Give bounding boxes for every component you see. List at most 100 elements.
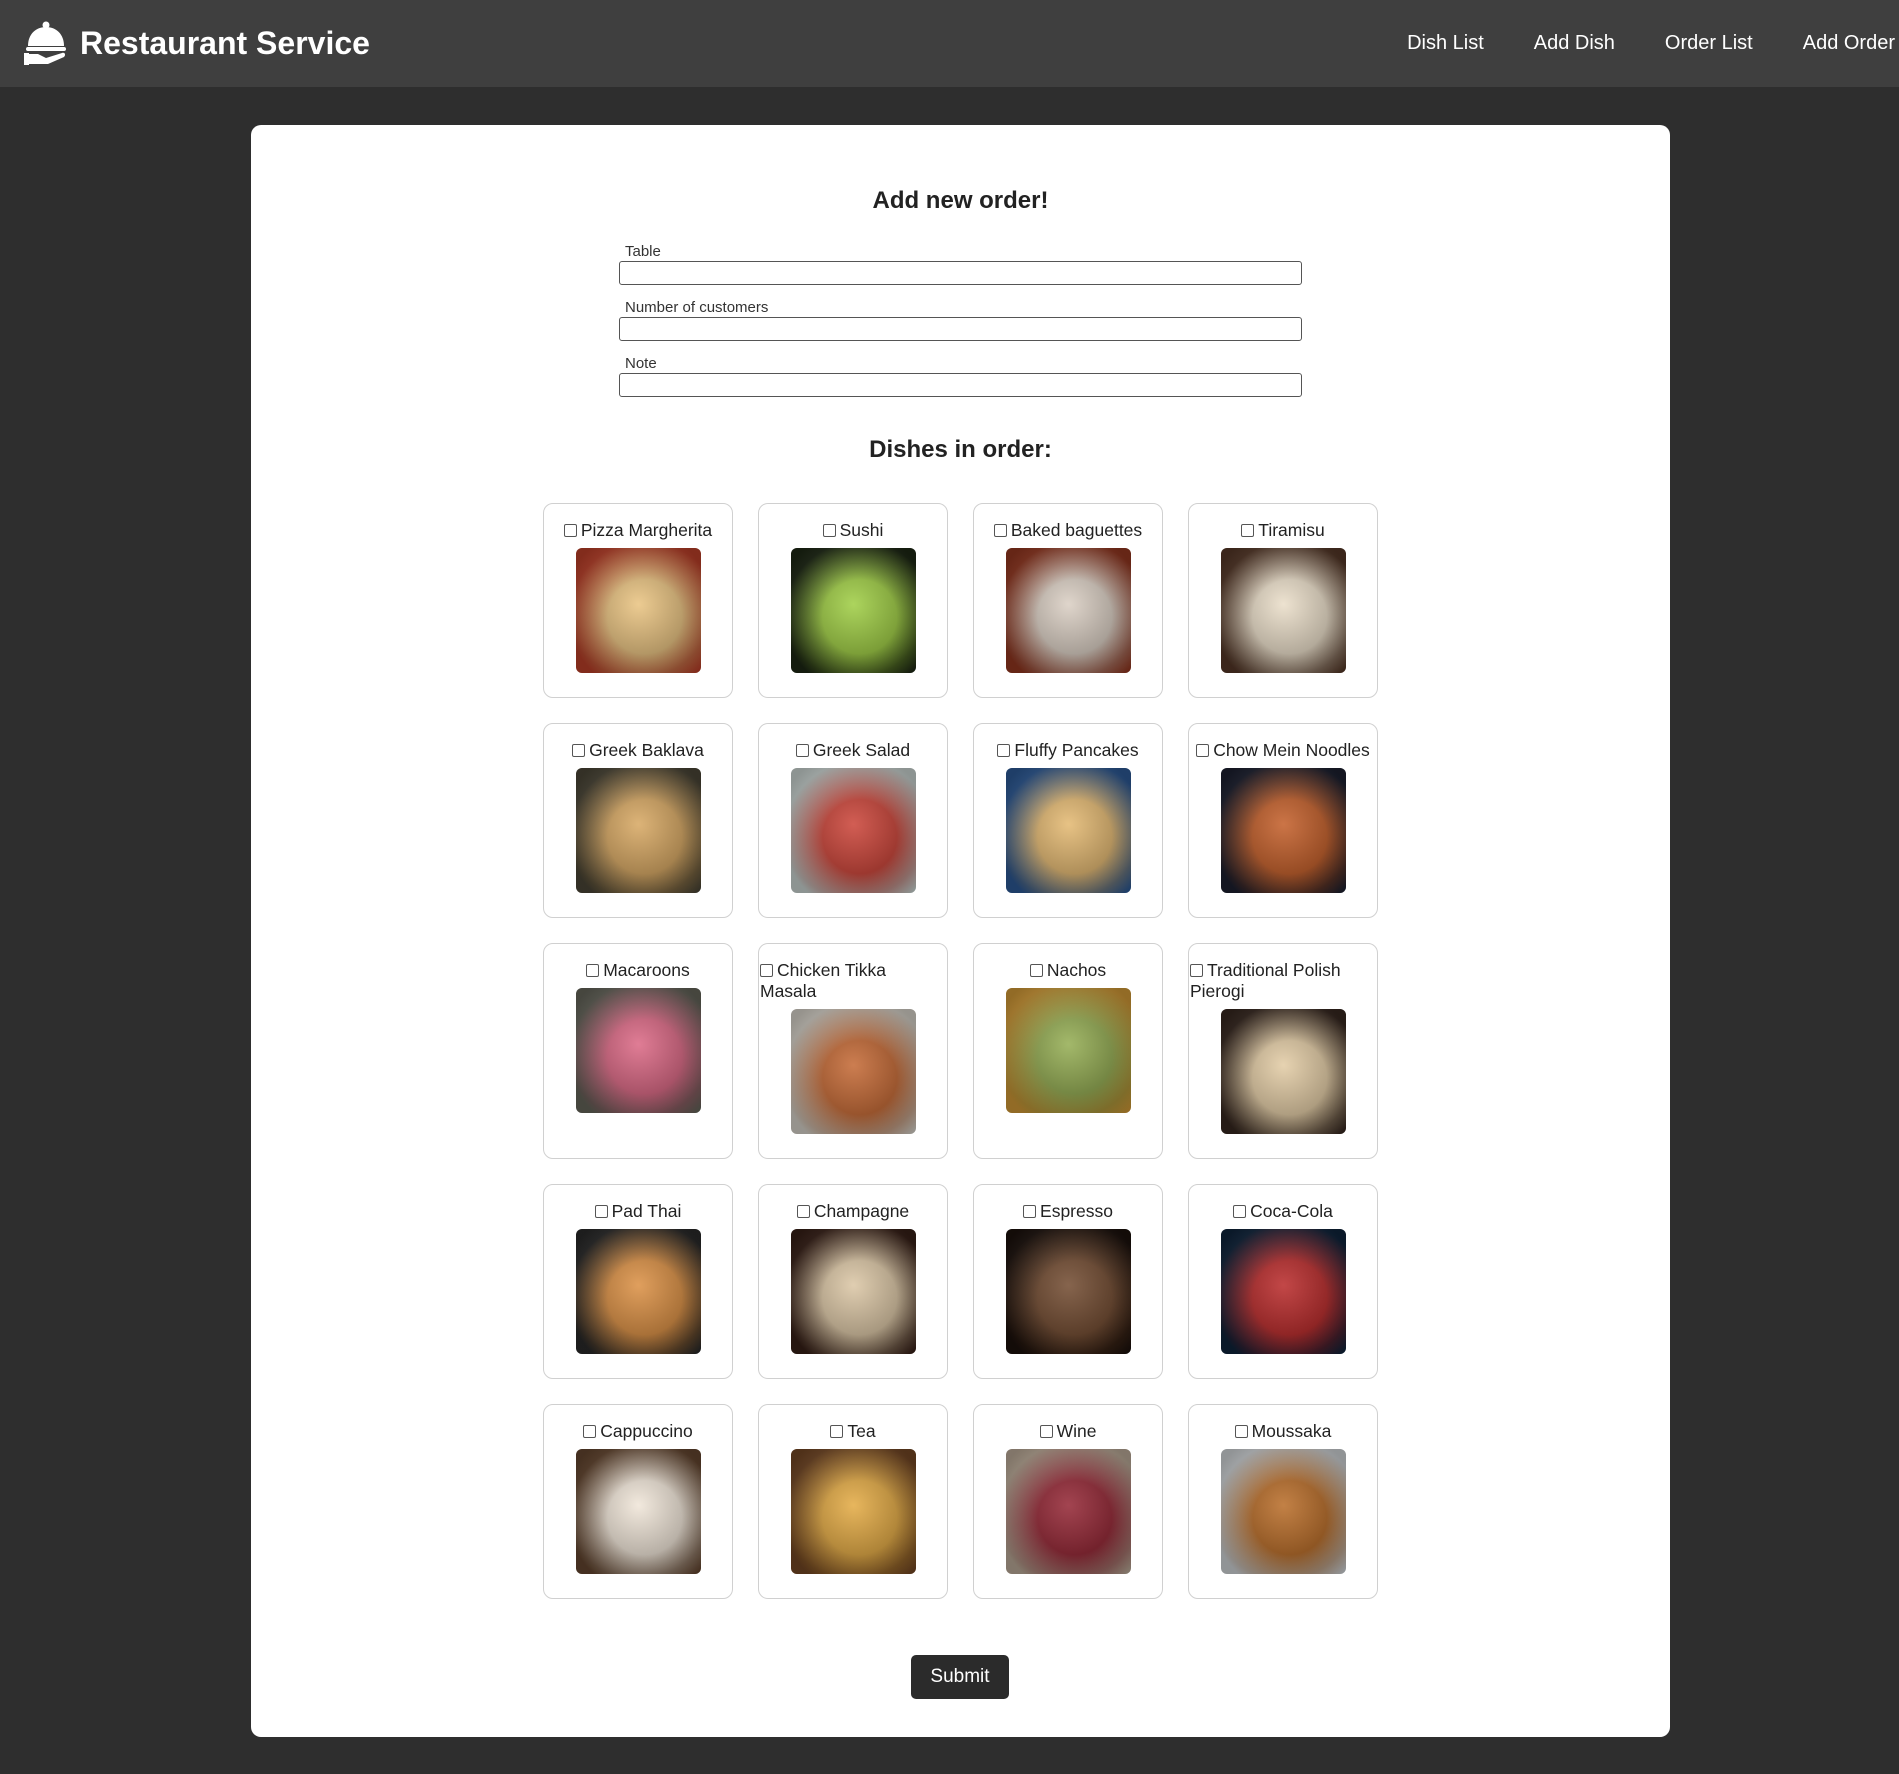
dish-card[interactable]: Champagne: [758, 1184, 948, 1379]
dish-card[interactable]: Pad Thai: [543, 1184, 733, 1379]
dish-checkbox[interactable]: [1039, 1425, 1053, 1438]
dish-option[interactable]: Baked baguettes: [993, 520, 1142, 541]
dish-card[interactable]: Moussaka: [1188, 1404, 1378, 1599]
dish-option[interactable]: Pizza Margherita: [563, 520, 712, 541]
dish-option[interactable]: Tea: [830, 1421, 876, 1442]
dish-checkbox[interactable]: [795, 744, 809, 757]
photo-shading: [1220, 548, 1346, 673]
dish-option[interactable]: Macaroons: [586, 960, 690, 981]
nav-link-add-order[interactable]: Add Order: [1778, 32, 1895, 55]
dish-option[interactable]: Greek Baklava: [572, 740, 704, 761]
dish-card[interactable]: Traditional Polish Pierogi: [1188, 943, 1378, 1159]
dish-name: Wine: [1056, 1421, 1097, 1441]
dish-checkbox[interactable]: [822, 524, 836, 537]
photo-shading: [1220, 1449, 1346, 1574]
dish-checkbox[interactable]: [1234, 1425, 1248, 1438]
dish-checkbox[interactable]: [563, 524, 577, 537]
dish-option[interactable]: Espresso: [1023, 1201, 1113, 1222]
photo-shading: [575, 548, 701, 673]
dish-grid: Pizza Margherita Sushi Baked baguettes Tira…: [543, 503, 1379, 1599]
dish-checkbox[interactable]: [1196, 744, 1210, 757]
dish-card[interactable]: Baked baguettes: [973, 503, 1163, 698]
dish-card[interactable]: Greek Salad: [758, 723, 948, 918]
dish-checkbox[interactable]: [1023, 1205, 1037, 1218]
dish-name: Fluffy Pancakes: [1014, 740, 1139, 760]
photo-shading: [1220, 1229, 1346, 1354]
dish-card[interactable]: Sushi: [758, 503, 948, 698]
dish-photo: [790, 1229, 916, 1354]
dish-photo: [1220, 548, 1346, 673]
photo-shading: [1220, 768, 1346, 893]
submit-button[interactable]: Submit: [911, 1655, 1009, 1699]
photo-shading: [575, 1229, 701, 1354]
dish-checkbox[interactable]: [830, 1425, 844, 1438]
dish-photo: [1005, 548, 1131, 673]
dish-checkbox[interactable]: [1190, 964, 1203, 977]
dish-option[interactable]: Cappuccino: [583, 1421, 693, 1442]
brand[interactable]: Restaurant Service: [24, 20, 370, 66]
dish-card[interactable]: Coca-Cola: [1188, 1184, 1378, 1379]
dish-option[interactable]: Chow Mein Noodles: [1196, 740, 1370, 761]
dish-option[interactable]: Moussaka: [1234, 1421, 1331, 1442]
dish-checkbox[interactable]: [760, 964, 773, 977]
dish-option[interactable]: Chicken Tikka Masala: [759, 960, 947, 1002]
dish-name: Macaroons: [603, 960, 690, 980]
dish-card[interactable]: Tiramisu: [1188, 503, 1378, 698]
dish-checkbox[interactable]: [1241, 524, 1255, 537]
dish-card[interactable]: Nachos: [973, 943, 1163, 1159]
dish-option[interactable]: Traditional Polish Pierogi: [1189, 960, 1377, 1002]
dish-checkbox[interactable]: [572, 744, 586, 757]
brand-title: Restaurant Service: [80, 24, 370, 61]
dish-card[interactable]: Chicken Tikka Masala: [758, 943, 948, 1159]
dish-option[interactable]: Fluffy Pancakes: [997, 740, 1139, 761]
dish-option[interactable]: Tiramisu: [1241, 520, 1325, 541]
photo-shading: [790, 768, 916, 893]
nav-link-add-dish[interactable]: Add Dish: [1509, 32, 1640, 55]
photo-shading: [1005, 1449, 1131, 1574]
dish-checkbox[interactable]: [796, 1205, 810, 1218]
dish-card[interactable]: Cappuccino: [543, 1404, 733, 1599]
photo-shading: [790, 1449, 916, 1574]
dish-card[interactable]: Macaroons: [543, 943, 733, 1159]
dish-checkbox[interactable]: [1233, 1205, 1247, 1218]
cloche-serving-hand-icon: [24, 20, 68, 66]
dish-name: Greek Baklava: [589, 740, 704, 760]
dish-checkbox[interactable]: [997, 744, 1011, 757]
dish-checkbox[interactable]: [594, 1205, 608, 1218]
dish-photo: [790, 548, 916, 673]
dish-photo: [1005, 1229, 1131, 1354]
dish-checkbox[interactable]: [1029, 964, 1043, 977]
dish-card[interactable]: Fluffy Pancakes: [973, 723, 1163, 918]
nav-link-order-list[interactable]: Order List: [1640, 32, 1778, 55]
dish-card[interactable]: Pizza Margherita: [543, 503, 733, 698]
dish-name: Espresso: [1040, 1201, 1113, 1221]
dish-option[interactable]: Champagne: [796, 1201, 909, 1222]
dish-checkbox[interactable]: [993, 524, 1007, 537]
dish-name: Sushi: [839, 520, 884, 540]
dish-option[interactable]: Sushi: [822, 520, 884, 541]
photo-shading: [575, 768, 701, 893]
dish-checkbox[interactable]: [586, 964, 600, 977]
nav-link-dish-list[interactable]: Dish List: [1382, 32, 1509, 55]
navbar: Restaurant Service Dish List Add Dish Or…: [0, 0, 1899, 87]
dish-option[interactable]: Nachos: [1029, 960, 1106, 981]
dish-photo: [575, 988, 701, 1113]
dish-card[interactable]: Wine: [973, 1404, 1163, 1599]
dish-card[interactable]: Chow Mein Noodles: [1188, 723, 1378, 918]
dish-name: Tea: [847, 1421, 876, 1441]
dish-checkbox[interactable]: [583, 1425, 597, 1438]
photo-shading: [790, 1009, 916, 1134]
dish-option[interactable]: Pad Thai: [594, 1201, 681, 1222]
dish-card[interactable]: Espresso: [973, 1184, 1163, 1379]
photo-shading: [575, 1449, 701, 1574]
table-input[interactable]: [619, 261, 1302, 285]
dish-option[interactable]: Coca-Cola: [1233, 1201, 1333, 1222]
dish-card[interactable]: Tea: [758, 1404, 948, 1599]
customers-input[interactable]: [619, 317, 1302, 341]
dish-option[interactable]: Greek Salad: [795, 740, 910, 761]
dish-name: Cappuccino: [600, 1421, 693, 1441]
dish-option[interactable]: Wine: [1039, 1421, 1097, 1442]
note-input[interactable]: [619, 373, 1302, 397]
dish-card[interactable]: Greek Baklava: [543, 723, 733, 918]
customers-field-group: Number of customers: [619, 299, 1302, 341]
